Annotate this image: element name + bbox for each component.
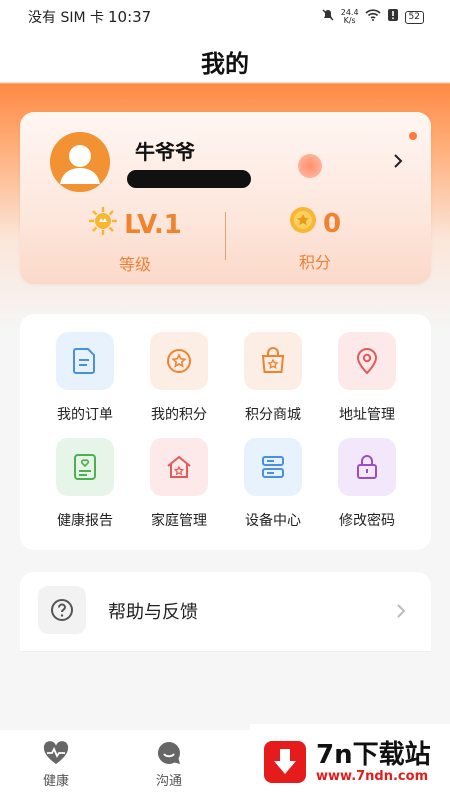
question-icon — [51, 599, 73, 621]
menu-item-my-points[interactable]: 我的积分 — [132, 332, 226, 424]
menu-label: 家庭管理 — [151, 513, 207, 529]
clock: 10:37 — [108, 8, 152, 26]
help-icon-box — [38, 586, 86, 634]
redacted-info — [127, 170, 251, 188]
menu-icon-box — [56, 332, 114, 390]
menu-item-family[interactable]: 家庭管理 — [132, 438, 226, 530]
chevron-right-icon — [395, 602, 407, 624]
watermark: 7n下载站 www.7ndn.com — [250, 724, 450, 800]
menu-label: 积分商城 — [245, 407, 301, 423]
nav-item-health[interactable]: 健康 — [16, 740, 96, 789]
points-value: 0 — [322, 208, 342, 239]
divider — [20, 651, 431, 652]
chat-icon — [157, 741, 180, 764]
chevron-right-icon[interactable] — [391, 152, 405, 170]
points-label: 积分 — [298, 253, 331, 272]
lock-icon — [357, 455, 377, 479]
alert-icon — [387, 8, 399, 26]
points-icon — [167, 349, 191, 373]
status-bar: 没有 SIM 卡 10:37 24.4 K/s 52 — [0, 0, 450, 34]
battery-indicator: 52 — [404, 10, 424, 24]
menu-label: 健康报告 — [57, 513, 113, 529]
location-icon — [356, 348, 378, 375]
health-report-icon — [74, 454, 96, 480]
watermark-title: 7n下载站 — [316, 739, 431, 770]
menu-grid: 我的订单 我的积分 积分商城 地址管理 健康报告 家庭管理 设备中心 修改密码 — [38, 332, 414, 530]
menu-icon-box — [338, 332, 396, 390]
menu-icon-box — [150, 332, 208, 390]
menu-card: 我的订单 我的积分 积分商城 地址管理 健康报告 家庭管理 设备中心 修改密码 — [20, 314, 431, 550]
heart-pulse-icon — [43, 741, 69, 764]
net-speed: 24.4 K/s — [340, 8, 359, 25]
nav-label: 健康 — [42, 774, 69, 789]
menu-icon-box — [244, 332, 302, 390]
shop-bag-icon — [261, 347, 285, 373]
device-icon — [262, 456, 284, 478]
menu-label: 我的积分 — [151, 407, 207, 423]
level-sun-icon — [88, 206, 118, 243]
wifi-icon — [364, 9, 381, 25]
profile-card[interactable]: 牛爷爷 LV.1 等级 0 积分 — [20, 112, 431, 284]
menu-item-points-shop[interactable]: 积分商城 — [226, 332, 320, 424]
decorative-blob — [298, 154, 322, 178]
avatar-person-icon — [50, 132, 110, 192]
menu-label: 地址管理 — [339, 407, 395, 423]
stat-divider — [225, 212, 226, 260]
user-name: 牛爷爷 — [135, 140, 195, 164]
menu-icon-box — [338, 438, 396, 496]
decorative-dot — [409, 132, 417, 140]
level-stat[interactable]: LV.1 等级 — [60, 206, 210, 275]
nav-label: 沟通 — [155, 774, 182, 789]
nav-item-chat[interactable]: 沟通 — [129, 740, 209, 789]
menu-icon-box — [56, 438, 114, 496]
avatar[interactable] — [50, 132, 110, 192]
order-icon — [73, 348, 95, 374]
menu-label: 设备中心 — [245, 513, 301, 529]
help-feedback-row[interactable]: 帮助与反馈 — [20, 572, 431, 652]
menu-item-devices[interactable]: 设备中心 — [226, 438, 320, 530]
menu-icon-box — [244, 438, 302, 496]
menu-item-change-password[interactable]: 修改密码 — [320, 438, 414, 530]
menu-item-address[interactable]: 地址管理 — [320, 332, 414, 424]
menu-icon-box — [150, 438, 208, 496]
coin-icon — [289, 206, 317, 241]
points-stat[interactable]: 0 积分 — [240, 206, 390, 273]
menu-item-health-report[interactable]: 健康报告 — [38, 438, 132, 530]
mute-icon — [321, 8, 335, 26]
help-label: 帮助与反馈 — [108, 602, 198, 623]
level-label: 等级 — [118, 255, 151, 274]
download-arrow-icon — [264, 741, 306, 783]
carrier-text: 没有 SIM 卡 — [28, 10, 104, 26]
home-icon — [167, 455, 191, 478]
menu-item-orders[interactable]: 我的订单 — [38, 332, 132, 424]
watermark-url: www.7ndn.com — [316, 768, 429, 784]
menu-label: 修改密码 — [339, 513, 395, 529]
level-value: LV.1 — [124, 209, 182, 240]
page-title: 我的 — [201, 50, 249, 78]
menu-label: 我的订单 — [57, 407, 113, 423]
